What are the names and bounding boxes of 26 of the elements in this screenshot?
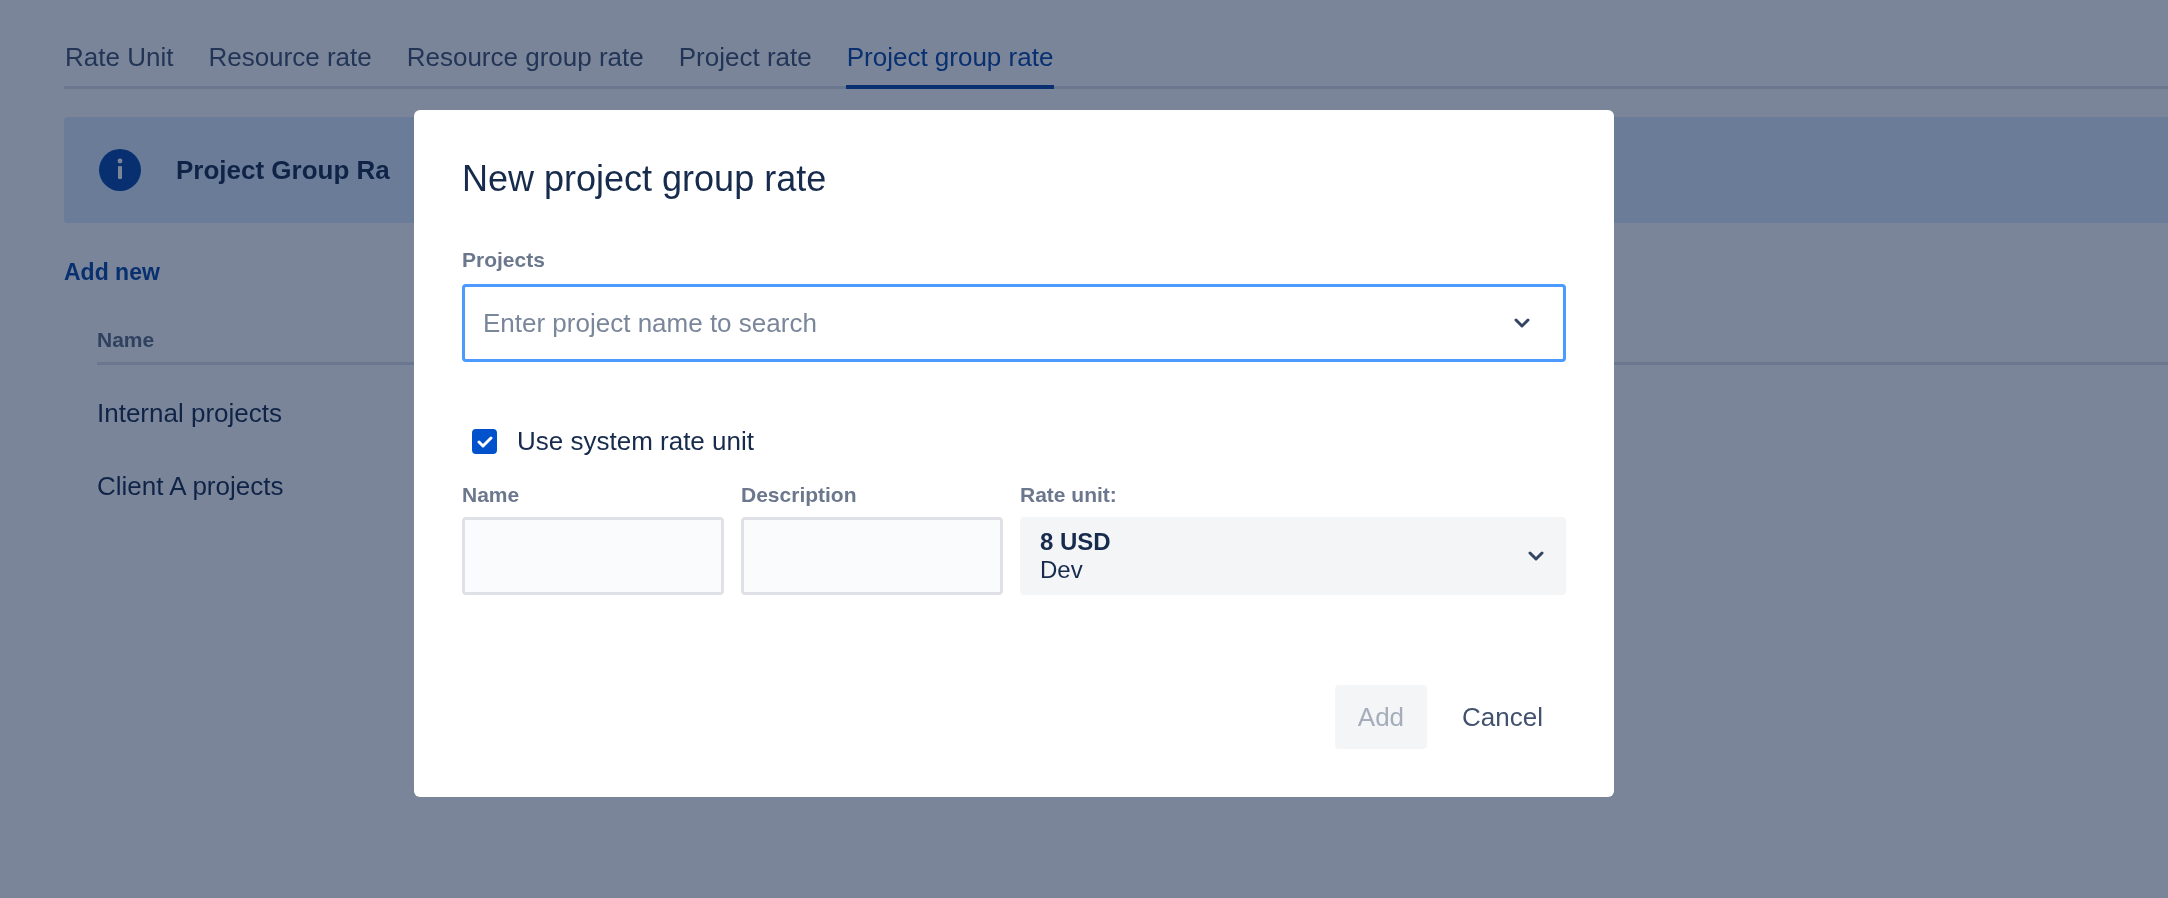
tab[interactable]: Resource rate <box>207 42 373 89</box>
banner-title: Project Group Ra <box>176 154 390 186</box>
project-search-field[interactable]: Enter project name to search <box>462 284 1566 362</box>
text-field[interactable] <box>462 517 724 595</box>
info-icon <box>99 149 141 191</box>
dialog-button[interactable]: Cancel <box>1439 685 1566 749</box>
tab[interactable]: Project group rate <box>845 42 1055 89</box>
checkbox-label: Use system rate unit <box>517 426 754 457</box>
chevron-down-icon <box>1528 551 1544 561</box>
field-label: Description <box>741 483 858 507</box>
table-cell: Internal projects <box>97 398 282 429</box>
text-field[interactable] <box>741 517 1003 595</box>
tab[interactable]: Project rate <box>677 42 813 89</box>
field-label: Projects <box>462 248 546 272</box>
field-label: Name <box>462 483 521 507</box>
chevron-down-icon <box>1514 318 1530 328</box>
field-label: Rate unit: <box>1020 483 1118 507</box>
checkmark-icon <box>476 435 493 448</box>
tab[interactable]: Rate Unit <box>64 42 175 89</box>
add-new-link[interactable]: Add new <box>64 259 160 286</box>
rate-unit-select[interactable]: 8 USD Dev <box>1020 517 1566 595</box>
table-cell: Client A projects <box>97 471 284 502</box>
dialog-title: New project group rate <box>462 158 828 200</box>
column-header: Name <box>97 328 155 351</box>
checkbox[interactable] <box>472 429 497 454</box>
tab[interactable]: Resource group rate <box>405 42 645 89</box>
